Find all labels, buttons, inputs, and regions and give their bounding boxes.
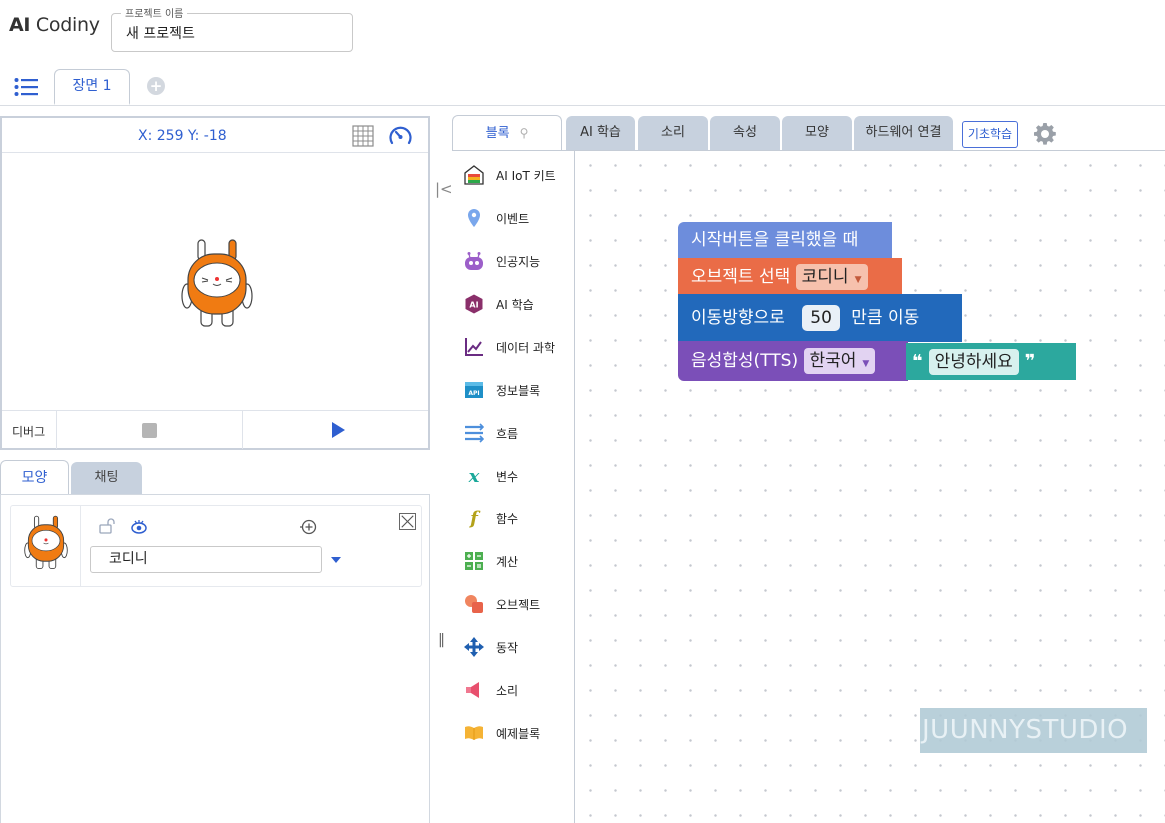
svg-text:f: f — [468, 508, 481, 528]
category-data-science[interactable]: 데이터 과학 — [464, 335, 574, 359]
grid-icon[interactable] — [352, 125, 374, 147]
move-block[interactable]: 이동방향으로 50 만큼 이동 — [678, 294, 962, 342]
api-icon: API — [465, 382, 483, 398]
category-motion[interactable]: 동작 — [464, 635, 574, 659]
codiny-character-sprite[interactable] — [180, 238, 254, 330]
project-name-value[interactable]: 새 프로젝트 — [126, 23, 195, 43]
calculator-icon — [465, 552, 483, 570]
svg-text:AI: AI — [469, 301, 478, 310]
select-object-block[interactable]: 오브젝트 선택 코디니 ▼ — [678, 258, 902, 296]
stage-panel: X: 259 Y: -18 디버그 — [0, 116, 430, 450]
play-button[interactable] — [332, 422, 345, 438]
tab-shape[interactable]: 모양 — [0, 460, 69, 494]
block-category-list: AI IoT 키트 이벤트 인공지능 AI AI 학습 데이터 과학 API 정… — [452, 151, 575, 823]
category-examples[interactable]: 예제블록 — [464, 721, 574, 745]
variable-icon: x — [468, 466, 480, 486]
divider — [242, 411, 243, 449]
project-name-legend: 프로젝트 이름 — [121, 5, 188, 20]
category-variable[interactable]: x 변수 — [464, 464, 574, 488]
object-panel: 코디니 — [0, 494, 430, 823]
list-icon[interactable] — [14, 77, 38, 97]
open-quote-icon: ❝ — [912, 351, 923, 372]
chevron-down-icon[interactable] — [331, 557, 341, 563]
category-event[interactable]: 이벤트 — [464, 206, 574, 230]
object-card[interactable]: 코디니 — [10, 505, 422, 587]
pin-icon[interactable]: ⚲ — [520, 116, 529, 150]
category-info-block[interactable]: API 정보블록 — [464, 378, 574, 402]
tab-properties[interactable]: 속성 — [710, 116, 780, 150]
tab-shape-editor[interactable]: 모양 — [782, 116, 852, 150]
basic-learning-button[interactable]: 기초학습 — [962, 121, 1018, 148]
object-dropdown[interactable]: 코디니 ▼ — [795, 264, 868, 290]
move-arrows-icon — [464, 637, 484, 657]
chevron-down-icon: ▼ — [862, 359, 870, 369]
object-icon — [465, 595, 483, 613]
category-ai[interactable]: 인공지능 — [464, 249, 574, 273]
chevron-down-icon: ▼ — [854, 275, 862, 285]
text-string-block[interactable]: ❝ 안녕하세요 ❞ — [906, 343, 1076, 380]
close-quote-icon: ❞ — [1024, 351, 1036, 372]
center-target-icon[interactable] — [299, 518, 318, 536]
category-function[interactable]: f 함수 — [464, 506, 574, 530]
resize-handle[interactable]: ‖ — [438, 632, 445, 648]
scene-bar: 장면 1 + — [0, 60, 1165, 106]
robot-icon — [465, 252, 483, 270]
stage-divider — [2, 152, 428, 153]
tab-ai-learning[interactable]: AI 학습 — [566, 116, 635, 150]
tab-hardware[interactable]: 하드웨어 연결 — [854, 116, 953, 150]
stop-button[interactable] — [142, 423, 157, 438]
event-pin-icon — [468, 209, 480, 227]
object-thumbnail — [24, 515, 68, 570]
svg-text:x: x — [468, 466, 480, 486]
category-object[interactable]: 오브젝트 — [464, 592, 574, 616]
speaker-icon — [466, 682, 479, 698]
divider — [80, 506, 81, 586]
iot-kit-icon — [464, 165, 484, 185]
tts-block[interactable]: 음성합성(TTS) 한국어 ▼ — [678, 341, 908, 381]
tab-chat[interactable]: 채팅 — [71, 462, 142, 494]
stage-controls: 디버그 — [2, 410, 428, 449]
divider — [56, 411, 57, 449]
coordinate-readout: X: 259 Y: -18 — [138, 128, 227, 144]
category-ai-iot[interactable]: AI IoT 키트 — [464, 163, 574, 187]
event-start-block[interactable]: 시작버튼을 클릭했을 때 — [678, 222, 892, 260]
unlock-icon[interactable] — [99, 518, 117, 534]
app-logo: AI Codiny — [9, 14, 100, 36]
add-scene-button[interactable]: + — [147, 77, 165, 95]
category-ai-learning[interactable]: AI AI 학습 — [464, 292, 574, 316]
eye-icon[interactable] — [130, 518, 148, 536]
debug-button[interactable]: 디버그 — [12, 423, 45, 440]
object-name-input[interactable]: 코디니 — [90, 546, 322, 573]
tab-sound[interactable]: 소리 — [638, 116, 708, 150]
ai-learning-icon: AI — [465, 294, 483, 314]
category-flow[interactable]: 흐름 — [464, 421, 574, 445]
chart-icon — [465, 338, 483, 356]
collapse-panel-handle[interactable]: |< — [435, 180, 453, 198]
book-icon — [465, 726, 483, 740]
close-icon[interactable] — [399, 513, 416, 530]
tts-text-input[interactable]: 안녕하세요 — [928, 349, 1019, 375]
header: AI Codiny 프로젝트 이름 새 프로젝트 — [0, 0, 1165, 60]
category-sound[interactable]: 소리 — [464, 678, 574, 702]
speed-gauge-icon[interactable] — [388, 124, 413, 148]
watermark: JUUNNYSTUDIO — [920, 708, 1147, 753]
gear-icon[interactable] — [1033, 122, 1057, 146]
category-calculation[interactable]: 계산 — [464, 549, 574, 573]
flow-icon — [465, 423, 484, 443]
function-icon: f — [468, 508, 481, 528]
language-dropdown[interactable]: 한국어 ▼ — [803, 348, 876, 374]
move-distance-input[interactable]: 50 — [802, 305, 840, 331]
tab-scene-1[interactable]: 장면 1 — [54, 69, 130, 105]
svg-text:API: API — [468, 390, 479, 397]
tab-blocks[interactable]: 블록 ⚲ — [452, 115, 562, 151]
